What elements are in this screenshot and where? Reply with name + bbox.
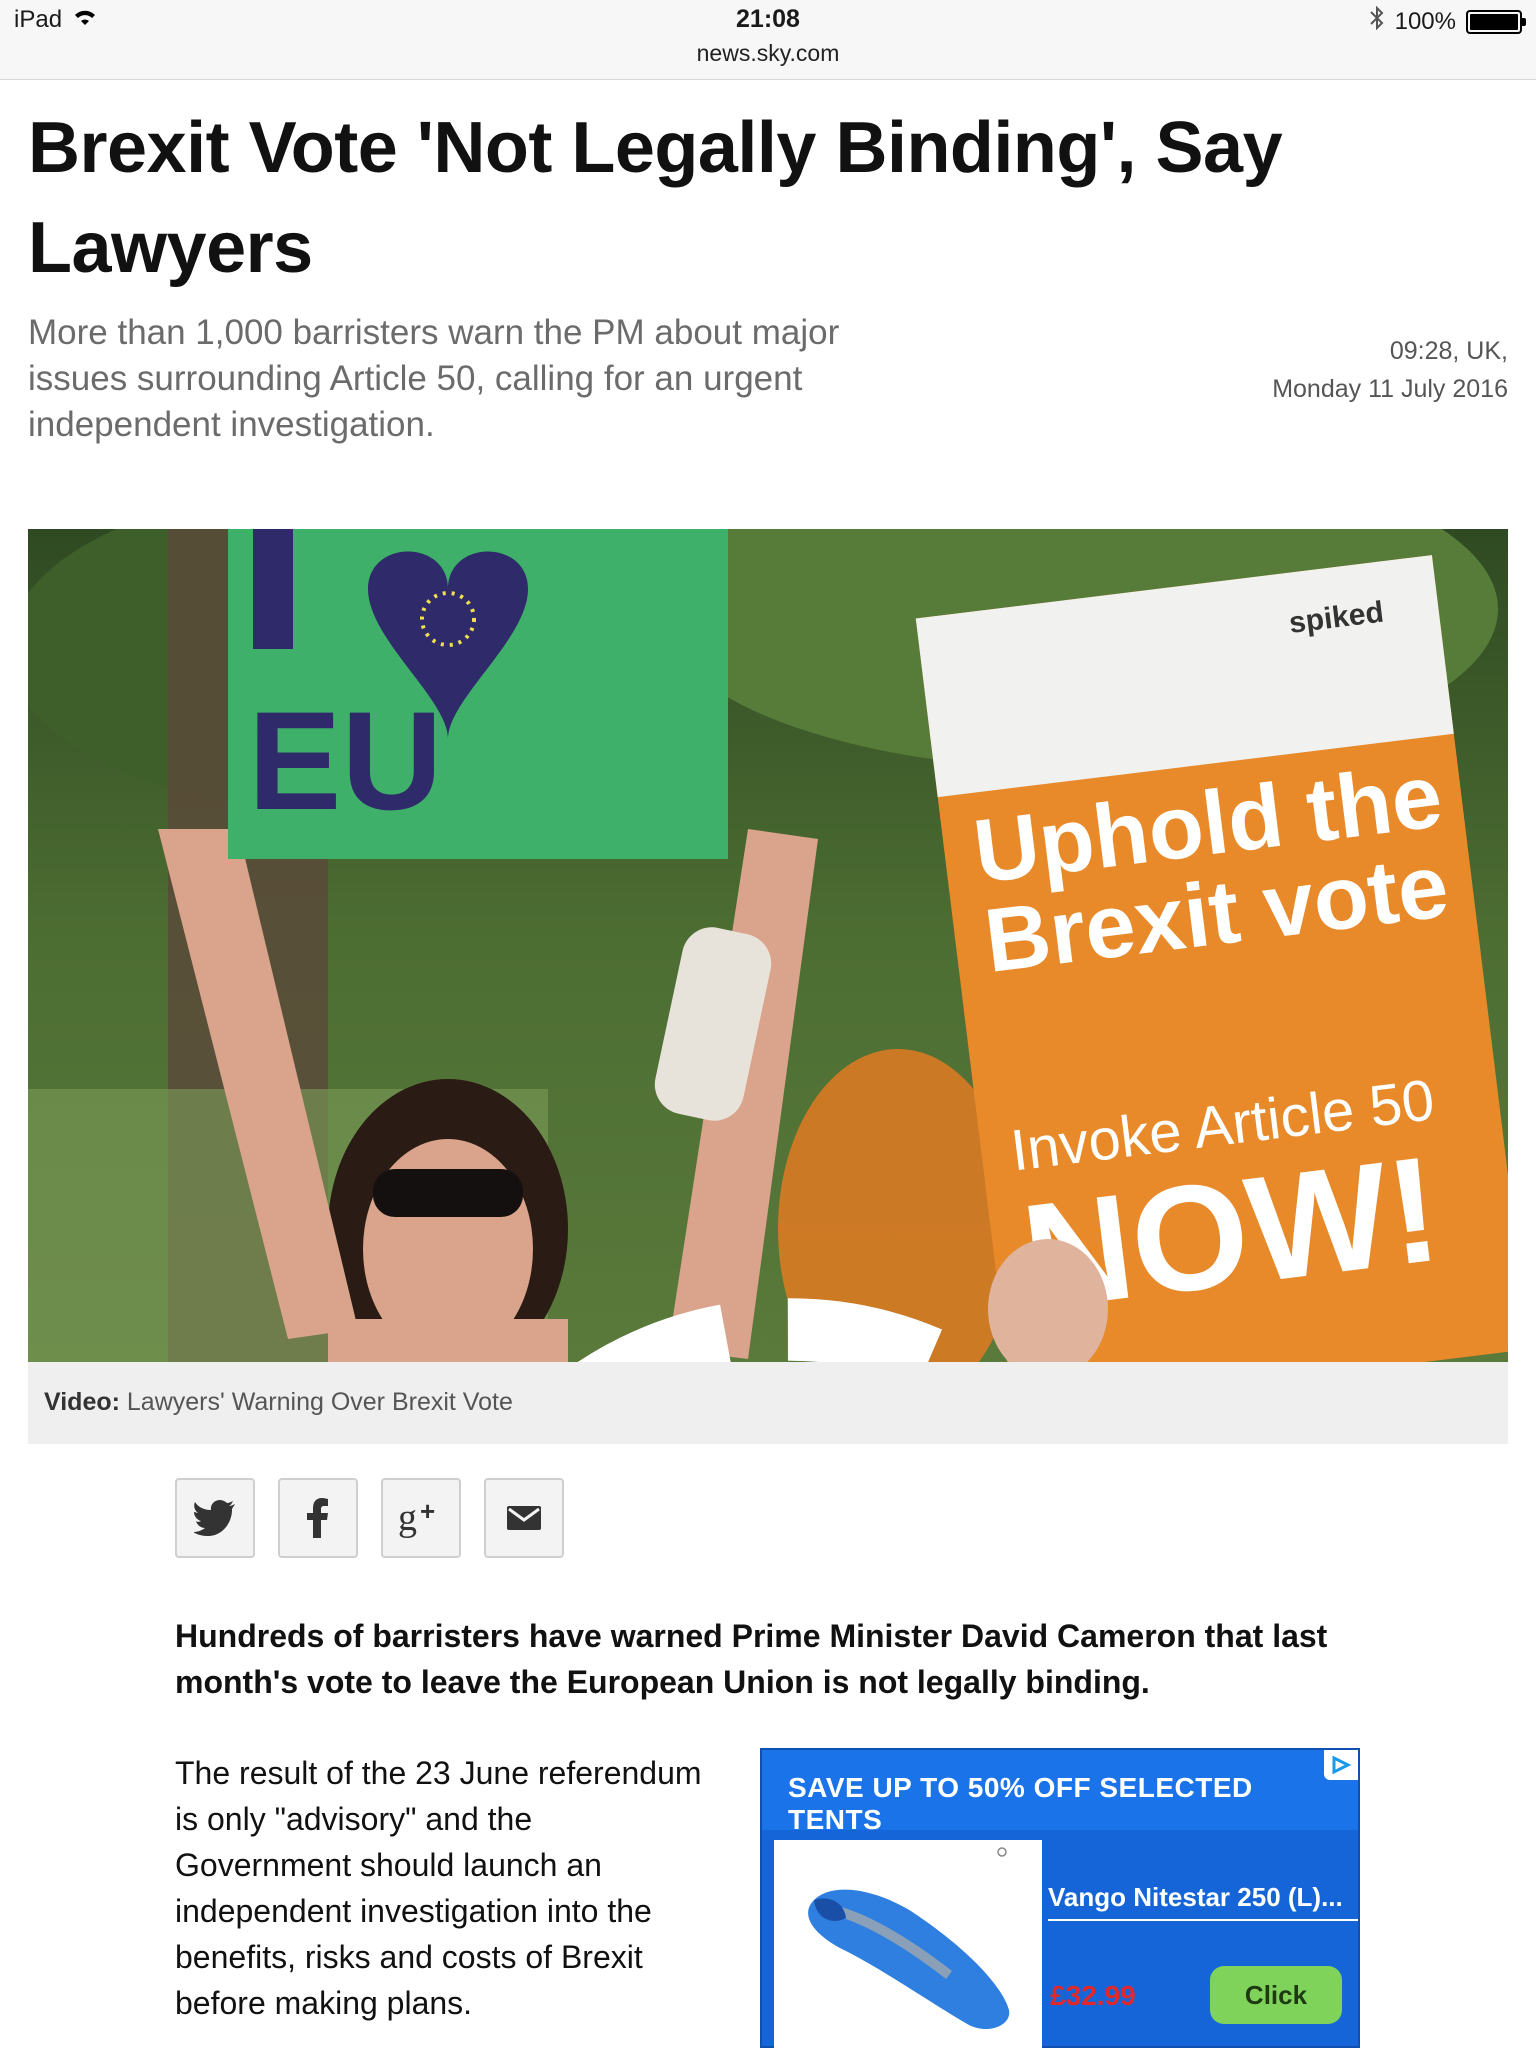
share-email-button[interactable] xyxy=(484,1478,564,1558)
facebook-icon xyxy=(307,1498,328,1538)
article-time: 09:28, UK, xyxy=(1389,337,1508,365)
share-bar: g + xyxy=(175,1478,564,1558)
share-google-plus-button[interactable]: g + xyxy=(381,1478,461,1558)
hero-image[interactable]: EU spiked Uphold the Brexit vote Invoke … xyxy=(28,529,1508,1362)
url-bar[interactable]: news.sky.com xyxy=(0,40,1536,67)
article-dateline: 09:28, UK, Monday 11 July 2016 xyxy=(1148,332,1508,408)
video-play-icon[interactable] xyxy=(50,1267,1003,1362)
caption-text: Lawyers' Warning Over Brexit Vote xyxy=(126,1388,513,1416)
article-paragraph: The result of the 23 June referendum is … xyxy=(175,1755,702,2021)
adchoices-icon[interactable] xyxy=(1324,1750,1358,1780)
article-lead: Hundreds of barristers have warned Prime… xyxy=(175,1618,1328,1700)
video-caption: Video: Lawyers' Warning Over Brexit Vote xyxy=(28,1362,1508,1444)
share-twitter-button[interactable] xyxy=(175,1478,255,1558)
ad-price: £32.99 xyxy=(1050,1980,1136,2011)
article-date: Monday 11 July 2016 xyxy=(1272,375,1508,403)
svg-text:g: g xyxy=(398,1498,417,1538)
clock: 21:08 xyxy=(736,5,800,33)
email-icon xyxy=(507,1506,541,1530)
article-standfirst: More than 1,000 barristers warn the PM a… xyxy=(28,313,840,444)
hero-photo: EU spiked Uphold the Brexit vote Invoke … xyxy=(28,529,1508,1362)
bluetooth-icon xyxy=(1369,5,1385,37)
battery-icon xyxy=(1466,9,1526,34)
advertisement[interactable]: SAVE UP TO 50% OFF SELECTED TENTS Vango … xyxy=(760,1748,1360,2048)
status-bar: iPad 21:08 news.sky.com 100% xyxy=(0,0,1536,80)
ad-headline[interactable]: SAVE UP TO 50% OFF SELECTED TENTS xyxy=(762,1750,1358,1835)
share-facebook-button[interactable] xyxy=(278,1478,358,1558)
ad-product-title[interactable]: Vango Nitestar 250 (L)... xyxy=(1048,1882,1358,1921)
ad-click-button[interactable]: Click xyxy=(1210,1966,1342,2024)
svg-text:+: + xyxy=(420,1498,435,1526)
status-right: 100% xyxy=(1369,5,1526,37)
caption-label: Video: xyxy=(44,1388,120,1416)
battery-percent: 100% xyxy=(1394,7,1456,35)
google-plus-icon: g + xyxy=(398,1498,435,1538)
sleeping-bag-icon xyxy=(808,1847,1010,2030)
article-headline: Brexit Vote 'Not Legally Binding', Say L… xyxy=(28,108,1283,288)
twitter-icon xyxy=(194,1500,235,1536)
sign-left-bottom: EU xyxy=(248,682,442,839)
ad-product-image[interactable] xyxy=(774,1840,1042,2048)
